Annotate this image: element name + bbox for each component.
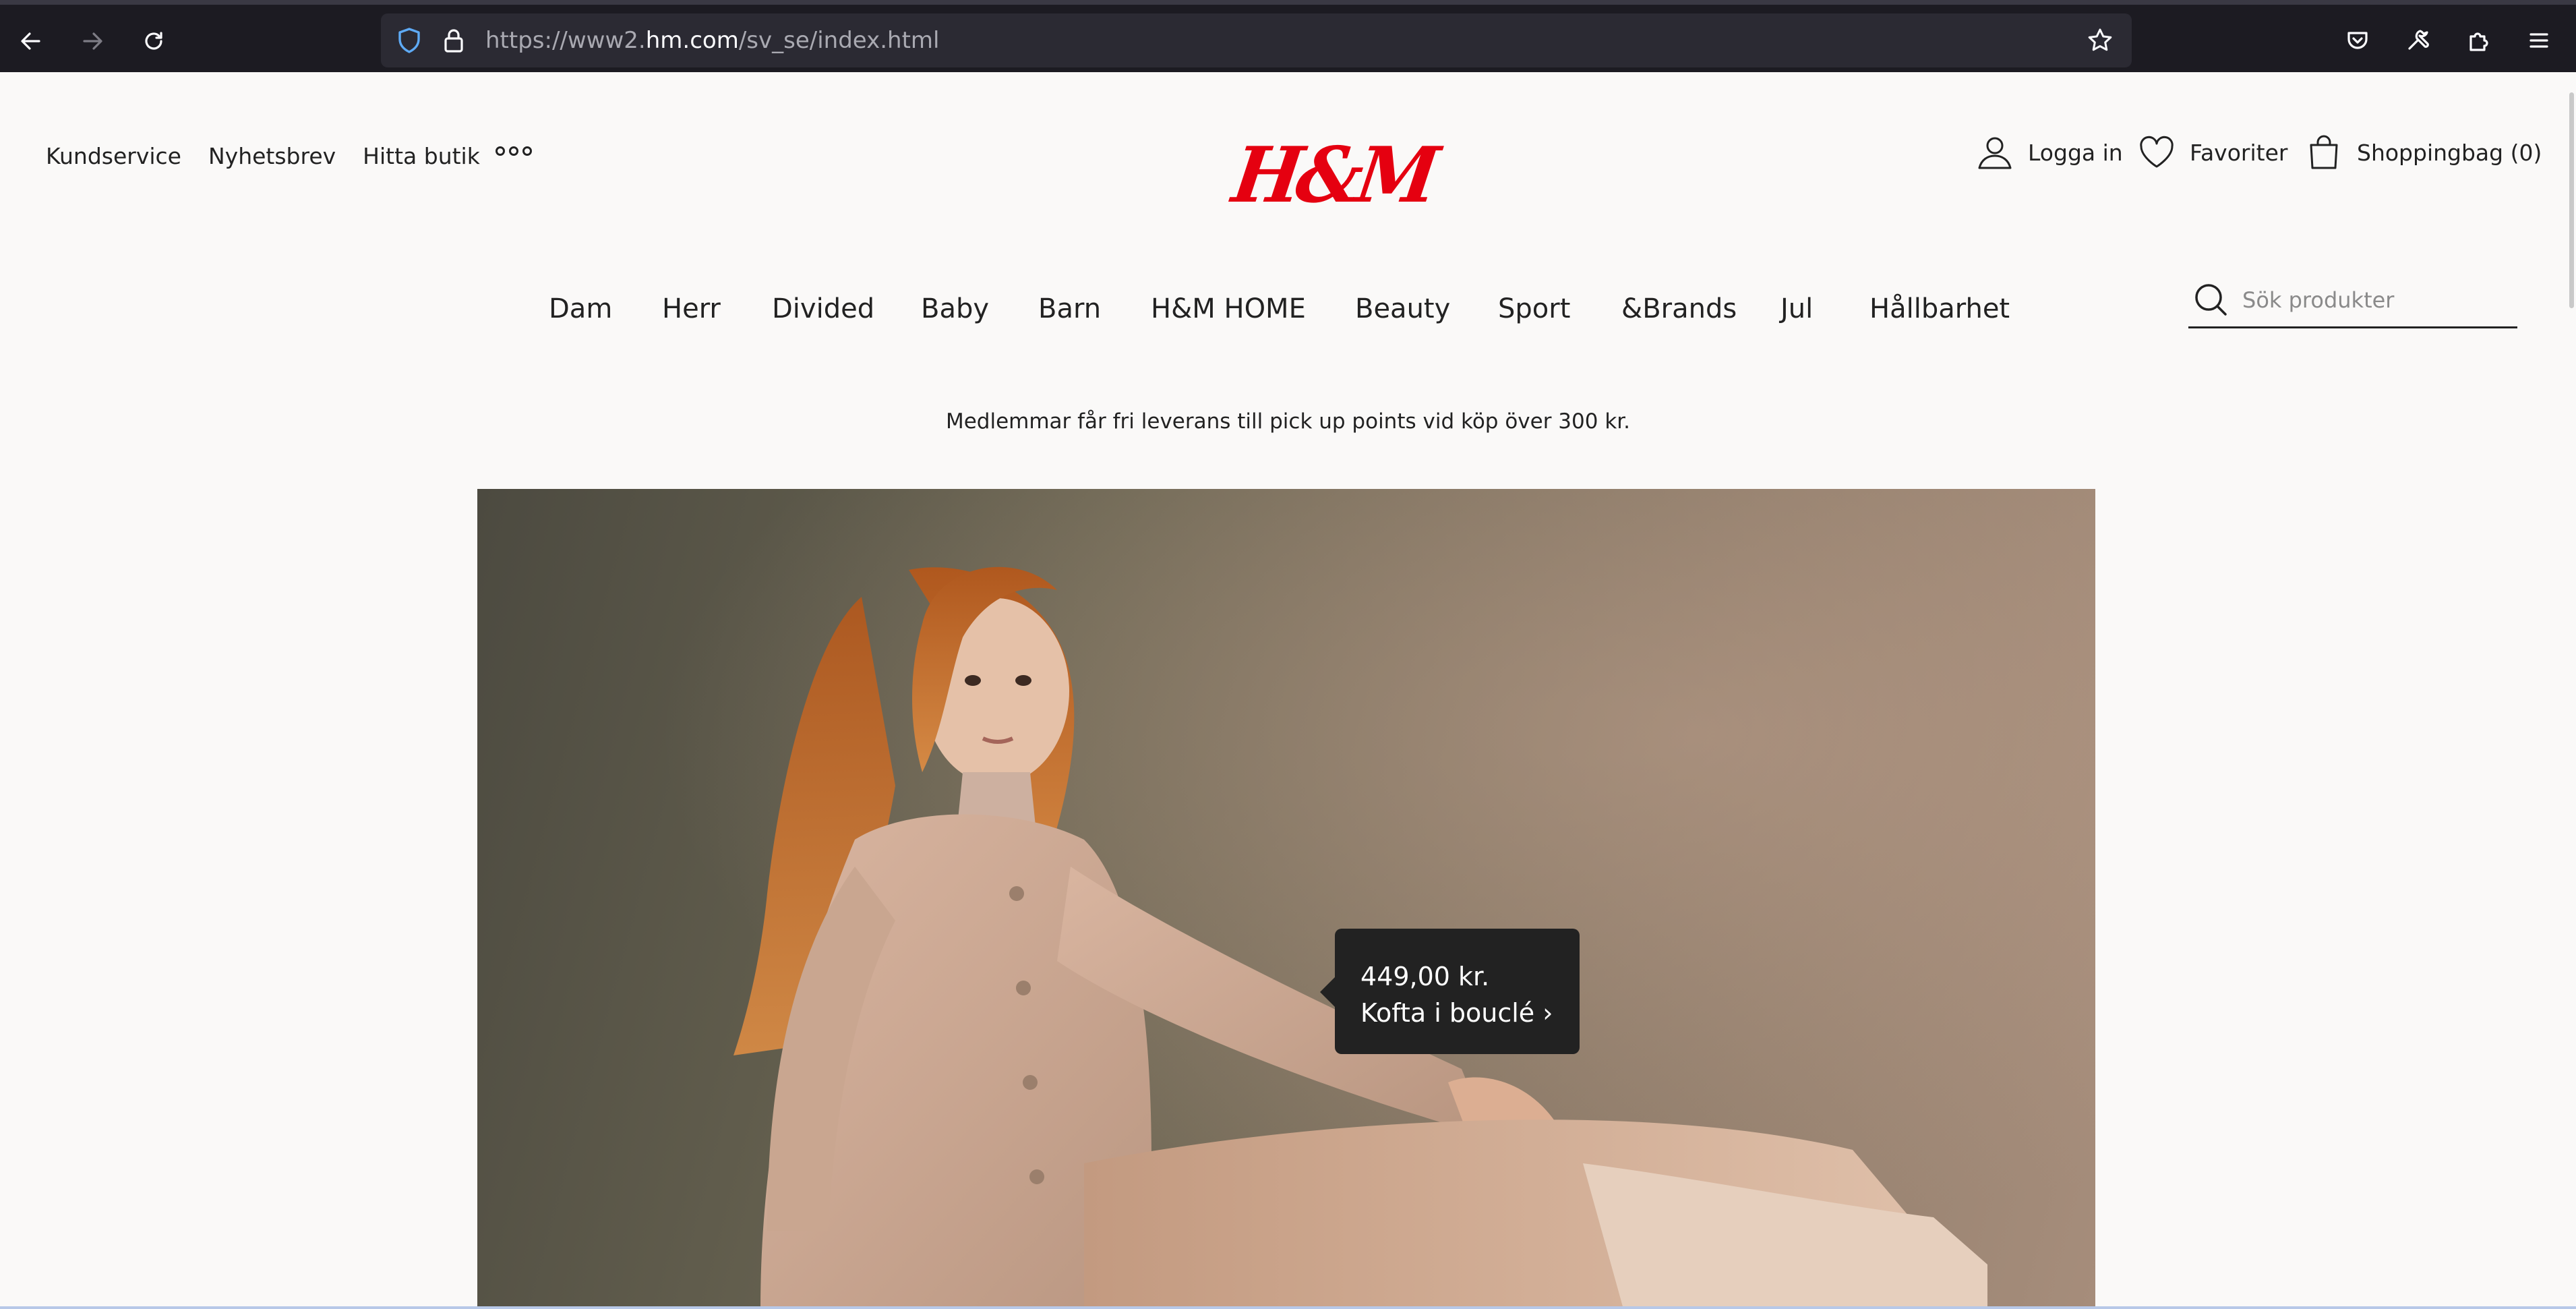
favorites-label: Favoriter — [2190, 139, 2288, 166]
search-input[interactable] — [2242, 284, 2512, 316]
app-menu-button[interactable] — [2519, 21, 2558, 60]
hm-logo[interactable]: H&M — [1228, 131, 1439, 220]
forward-icon — [83, 32, 102, 50]
link-hitta-butik[interactable]: Hitta butik — [363, 143, 480, 169]
nav-item-brands[interactable]: &Brands — [1621, 293, 1737, 324]
utility-links: Kundservice Nyhetsbrev Hitta butik — [46, 143, 480, 169]
search-box[interactable] — [2188, 274, 2517, 328]
nav-item-jul[interactable]: Jul — [1780, 293, 1813, 324]
extensions-button[interactable] — [2458, 21, 2497, 60]
nav-item-herr[interactable]: Herr — [662, 293, 721, 324]
shopping-bag-label: Shoppingbag (0) — [2357, 139, 2542, 166]
login-button[interactable]: Logga in — [1974, 132, 2123, 173]
wrench-icon — [2408, 30, 2429, 50]
page-scrollbar[interactable] — [2564, 92, 2576, 308]
browser-toolbar: https://www2.hm.com/sv_se/index.html — [0, 0, 2576, 72]
model-photo — [733, 566, 1987, 1309]
nav-item-barn[interactable]: Barn — [1038, 293, 1101, 324]
nav-item-beauty[interactable]: Beauty — [1355, 293, 1450, 324]
url-text[interactable]: https://www2.hm.com/sv_se/index.html — [485, 27, 939, 54]
link-kundservice[interactable]: Kundservice — [46, 143, 181, 169]
scrollbar-thumb[interactable] — [2569, 92, 2574, 308]
pocket-button[interactable] — [2338, 21, 2377, 60]
heart-icon — [2140, 136, 2174, 168]
bookmark-star-icon[interactable] — [2085, 26, 2115, 55]
back-icon — [21, 32, 40, 50]
login-label: Logga in — [2028, 139, 2123, 166]
nav-item-divided[interactable]: Divided — [772, 293, 874, 324]
lock-icon[interactable] — [439, 26, 469, 55]
back-button[interactable] — [9, 20, 53, 63]
extensions-icon — [2469, 32, 2488, 51]
nav-item-hallbarhet[interactable]: Hållbarhet — [1869, 293, 2010, 324]
favorites-button[interactable]: Favoriter — [2136, 132, 2287, 173]
nav-item-baby[interactable]: Baby — [921, 293, 989, 324]
forward-button[interactable] — [71, 20, 114, 63]
shopping-bag-button[interactable]: Shoppingbag (0) — [2303, 132, 2542, 173]
reload-button[interactable] — [132, 20, 175, 63]
url-bar[interactable]: https://www2.hm.com/sv_se/index.html — [381, 13, 2132, 67]
hero-image[interactable] — [477, 489, 2095, 1309]
shield-icon[interactable] — [394, 26, 424, 55]
product-price: 449,00 kr. — [1360, 962, 1490, 991]
search-icon[interactable] — [2191, 280, 2230, 319]
nav-item-sport[interactable]: Sport — [1498, 293, 1570, 324]
reload-icon — [145, 32, 162, 50]
nav-item-dam[interactable]: Dam — [549, 293, 612, 324]
window-bottom-edge — [0, 1306, 2576, 1309]
shopping-bag-icon — [2310, 135, 2338, 169]
product-tag[interactable]: 449,00 kr. Kofta i bouclé › — [1320, 929, 1580, 1054]
user-icon — [1978, 137, 2012, 169]
link-nyhetsbrev[interactable]: Nyhetsbrev — [208, 143, 336, 169]
devtools-button[interactable] — [2398, 21, 2437, 60]
pocket-icon — [2347, 32, 2368, 49]
nav-item-hm-home[interactable]: H&M HOME — [1151, 293, 1306, 324]
more-options-icon[interactable] — [496, 146, 532, 156]
page-content: Kundservice Nyhetsbrev Hitta butik H&M L… — [0, 72, 2576, 1309]
menu-icon — [2529, 33, 2548, 48]
product-name[interactable]: Kofta i bouclé › — [1360, 995, 1554, 1031]
promo-banner[interactable]: Medlemmar får fri leverans till pick up … — [0, 409, 2576, 434]
